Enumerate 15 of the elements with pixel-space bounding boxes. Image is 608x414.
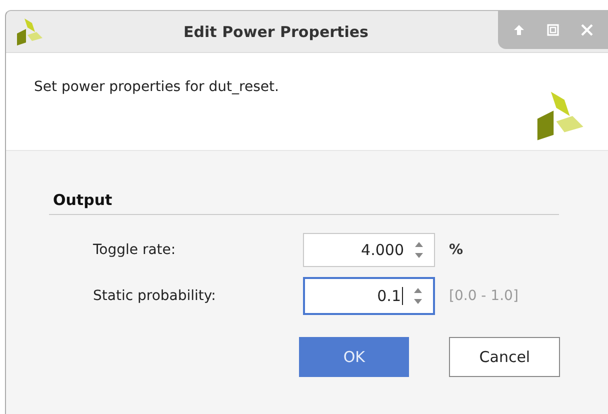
close-icon[interactable] (580, 23, 594, 37)
up-arrow-icon[interactable] (512, 23, 526, 37)
description-text: Set power properties for dut_reset. (34, 79, 279, 95)
range-hint: [0.0 - 1.0] (449, 288, 518, 304)
field-label: Static probability: (92, 288, 217, 304)
field-label: Toggle rate: (92, 242, 177, 258)
cancel-button[interactable]: Cancel (449, 337, 560, 377)
spinner-field[interactable]: 0.1 (303, 277, 435, 315)
unit-label: % (449, 242, 464, 258)
maximize-icon[interactable] (546, 23, 560, 37)
logo-icon (14, 16, 44, 46)
ok-button[interactable]: OK (299, 337, 410, 377)
section-title: Output (49, 191, 559, 215)
spinner-field[interactable]: 4.000 (303, 233, 435, 267)
window-title: Edit Power Properties (184, 22, 368, 40)
